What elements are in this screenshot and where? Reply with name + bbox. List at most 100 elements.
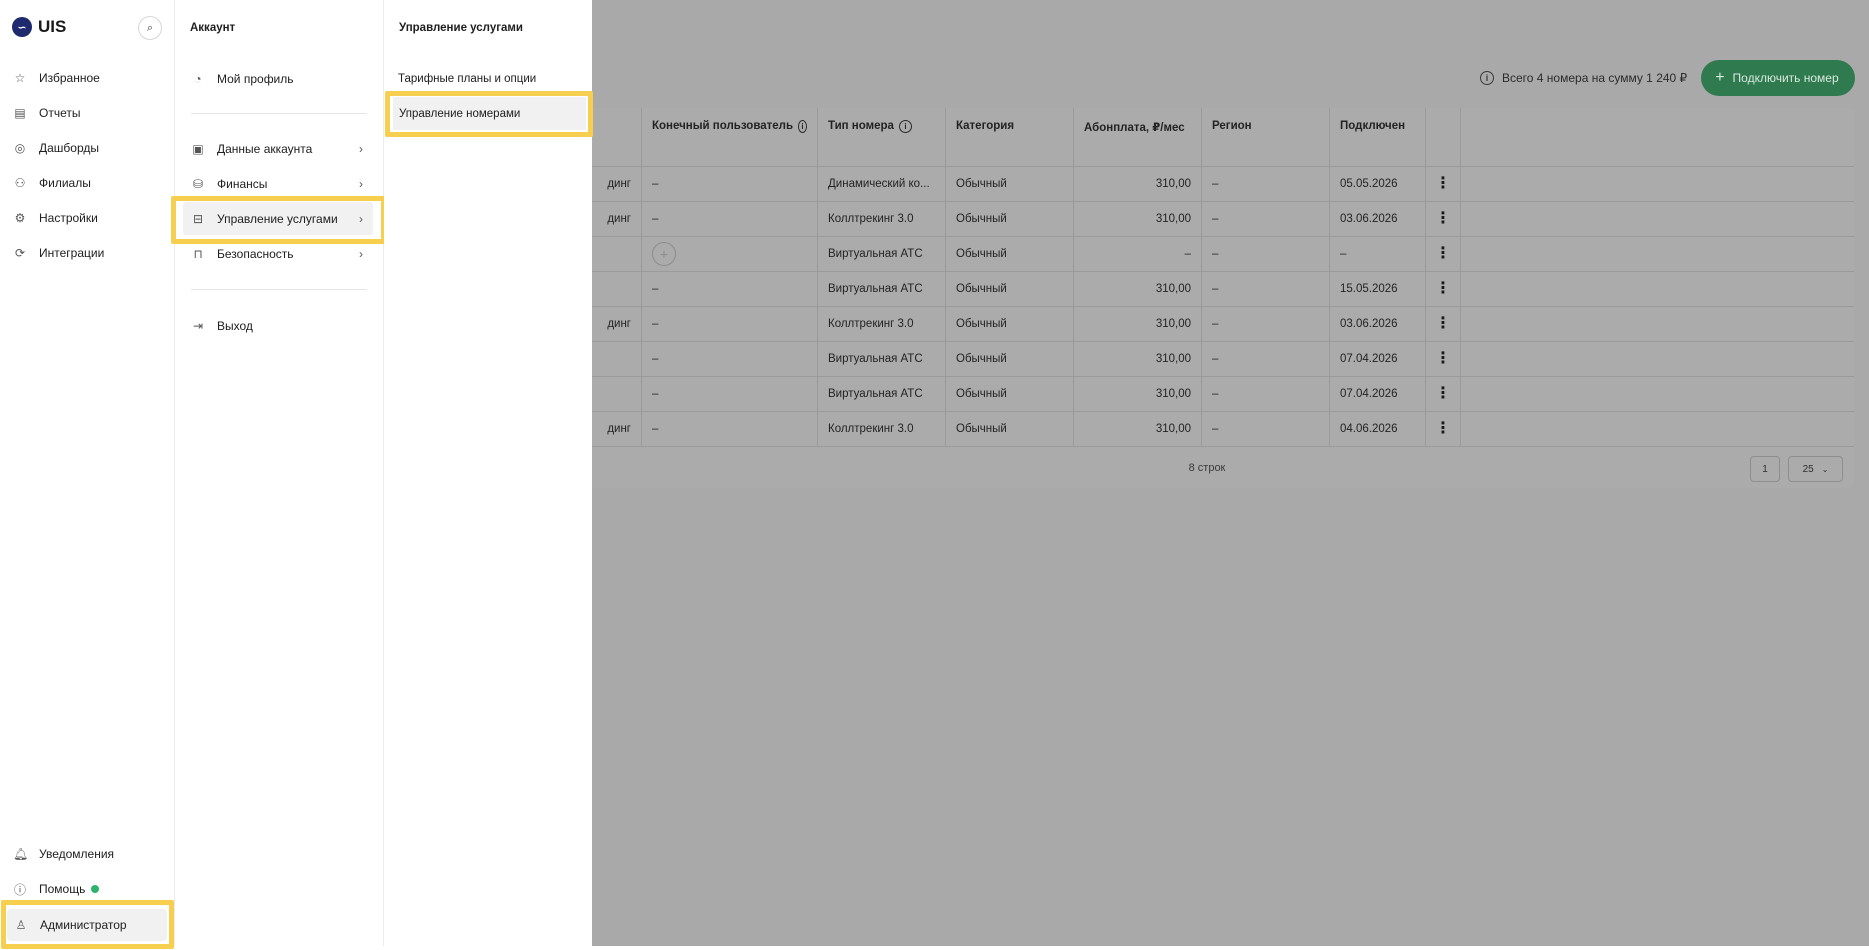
dashboard-icon: ◎ xyxy=(14,141,26,155)
table-row[interactable]: динг – Коллтрекинг 3.0 Обычный 310,00 – 03.06.… xyxy=(560,202,1854,237)
row-actions-button[interactable]: ⋮ xyxy=(1426,412,1461,446)
table-row[interactable]: – Виртуальная АТС Обычный 310,00 – 07.04.2026… xyxy=(560,377,1854,412)
cell-type: Виртуальная АТС xyxy=(818,272,946,306)
account-panel-title: Аккаунт xyxy=(190,22,236,34)
search-button[interactable]: ⌕ xyxy=(138,16,162,40)
column-header-fee[interactable]: Абонплата, ₽/мес xyxy=(1074,108,1202,166)
cell-region: – xyxy=(1202,377,1330,411)
info-icon[interactable]: i xyxy=(898,120,912,133)
cell-category: Обычный xyxy=(946,307,1074,341)
sidebar-item-branches[interactable]: ⚇ Филиалы xyxy=(6,167,168,199)
row-actions-button[interactable]: ⋮ xyxy=(1426,237,1461,271)
online-status-dot xyxy=(91,885,100,893)
sidebar-item-notifications[interactable]: 🔔︎ Уведомления xyxy=(6,838,168,870)
cell-connected: – xyxy=(1330,237,1426,271)
connect-number-button[interactable]: + Подключить номер xyxy=(1701,60,1855,96)
cell-connected-text: 07.04.2026 xyxy=(1340,388,1398,400)
row-actions-button[interactable]: ⋮ xyxy=(1426,202,1461,236)
cell-category: Обычный xyxy=(946,202,1074,236)
add-user-button[interactable]: + xyxy=(652,242,676,266)
cell-connected-text: 05.05.2026 xyxy=(1340,178,1398,190)
menu-item-label: Безопасность xyxy=(217,246,294,261)
row-actions-button[interactable]: ⋮ xyxy=(1426,272,1461,306)
cell-type-text: Виртуальная АТС xyxy=(828,283,923,295)
sidebar-item-label: Филиалы xyxy=(39,176,91,190)
menu-item-label: Выход xyxy=(217,318,253,333)
chevron-down-icon: ⌄ xyxy=(1821,464,1829,474)
table-row[interactable]: динг – Коллтрекинг 3.0 Обычный 310,00 – 03.06.… xyxy=(560,307,1854,342)
table-row[interactable]: динг – Динамический ко... Обычный 310,00 – 05.… xyxy=(560,167,1854,202)
row-actions-button[interactable]: ⋮ xyxy=(1426,307,1461,341)
info-icon: i xyxy=(1480,71,1494,85)
table-row[interactable]: – Виртуальная АТС Обычный 310,00 – 07.04.2026… xyxy=(560,342,1854,377)
cell-user-text: – xyxy=(652,283,659,295)
cell-user: – xyxy=(642,377,818,411)
highlight-administrator xyxy=(1,900,174,949)
column-header-connected[interactable]: Подключен xyxy=(1330,108,1426,166)
column-header-region[interactable]: Регион xyxy=(1202,108,1330,166)
connect-number-label: Подключить номер xyxy=(1732,71,1839,85)
more-vertical-icon: ⋮ xyxy=(1435,280,1451,297)
cell-type: Виртуальная АТС xyxy=(818,342,946,376)
sidebar-item-reports[interactable]: ▤ Отчеты xyxy=(6,97,168,129)
page-button[interactable]: 1 xyxy=(1750,456,1780,482)
sidebar-item-label: Настройки xyxy=(39,211,98,225)
cell-fee-text: 310,00 xyxy=(1155,423,1191,435)
cell-fee: 310,00 xyxy=(1074,307,1202,341)
gear-icon: ⚙ xyxy=(14,211,26,225)
table-header: Конечный пользователь i Тип номера i Катег… xyxy=(560,108,1854,167)
highlight-number-management xyxy=(385,91,593,137)
column-header-user[interactable]: Конечный пользователь i xyxy=(642,108,818,166)
services-panel-title: Управление услугами xyxy=(399,22,523,34)
reports-icon: ▤ xyxy=(14,106,26,120)
sidebar-item-label: Избранное xyxy=(39,71,100,85)
sidebar-item-favorites[interactable]: ☆ Избранное xyxy=(6,62,168,94)
menu-item-account-data[interactable]: ▣ Данные аккаунта › xyxy=(183,132,373,165)
toolbar: i Всего 4 номера на сумму 1 240 ₽ + Подк… xyxy=(1480,60,1855,96)
row-actions-button[interactable]: ⋮ xyxy=(1426,377,1461,411)
cell-category-text: Обычный xyxy=(956,423,1007,435)
bottom-strip xyxy=(0,946,1869,950)
cell-fee: – xyxy=(1074,237,1202,271)
cell-prefix-text: динг xyxy=(607,318,631,330)
menu-item-label: Мой профиль xyxy=(217,71,294,86)
cell-type-text: Коллтрекинг 3.0 xyxy=(828,318,914,330)
profile-icon: ◔ xyxy=(194,71,202,86)
cell-fee-text: 310,00 xyxy=(1155,283,1191,295)
cell-type: Виртуальная АТС xyxy=(818,237,946,271)
table-row[interactable]: – Виртуальная АТС Обычный 310,00 – 15.05.2026… xyxy=(560,272,1854,307)
more-vertical-icon: ⋮ xyxy=(1435,385,1451,402)
cell-fee-text: 310,00 xyxy=(1155,388,1191,400)
cell-category: Обычный xyxy=(946,272,1074,306)
cell-region-text: – xyxy=(1212,318,1219,330)
help-icon: ⓘ xyxy=(13,882,26,897)
summary: i Всего 4 номера на сумму 1 240 ₽ xyxy=(1480,71,1687,85)
table-row[interactable]: + Виртуальная АТС Обычный – – – ⋮ xyxy=(560,237,1854,272)
row-actions-button[interactable]: ⋮ xyxy=(1426,167,1461,201)
more-vertical-icon: ⋮ xyxy=(1435,350,1451,367)
menu-item-my-profile[interactable]: ◔ Мой профиль xyxy=(183,62,373,95)
brand[interactable]: ∽ UIS xyxy=(12,17,66,37)
cell-fee: 310,00 xyxy=(1074,202,1202,236)
cell-region-text: – xyxy=(1212,178,1219,190)
row-actions-button[interactable]: ⋮ xyxy=(1426,342,1461,376)
page-size-select[interactable]: 25 ⌄ xyxy=(1788,456,1843,482)
sidebar-item-dashboards[interactable]: ◎ Дашборды xyxy=(6,132,168,164)
chevron-right-icon: › xyxy=(359,176,363,191)
column-header-type[interactable]: Тип номера i xyxy=(818,108,946,166)
cell-category: Обычный xyxy=(946,377,1074,411)
more-vertical-icon: ⋮ xyxy=(1435,420,1451,437)
cell-connected: 07.04.2026 xyxy=(1330,377,1426,411)
table-row[interactable]: динг – Коллтрекинг 3.0 Обычный 310,00 – 04.06.… xyxy=(560,412,1854,447)
summary-text: Всего 4 номера на сумму 1 240 ₽ xyxy=(1502,71,1688,85)
sidebar-item-settings[interactable]: ⚙ Настройки xyxy=(6,202,168,234)
menu-item-logout[interactable]: ⇥ Выход xyxy=(183,309,373,342)
cell-fee-text: 310,00 xyxy=(1155,318,1191,330)
cell-region: – xyxy=(1202,202,1330,236)
cell-user: – xyxy=(642,202,818,236)
column-header-category[interactable]: Категория xyxy=(946,108,1074,166)
sidebar-item-integrations[interactable]: ⟳ Интеграции xyxy=(6,237,168,269)
cell-connected: 04.06.2026 xyxy=(1330,412,1426,446)
cell-prefix-text: динг xyxy=(607,178,631,190)
info-icon[interactable]: i xyxy=(798,120,807,133)
